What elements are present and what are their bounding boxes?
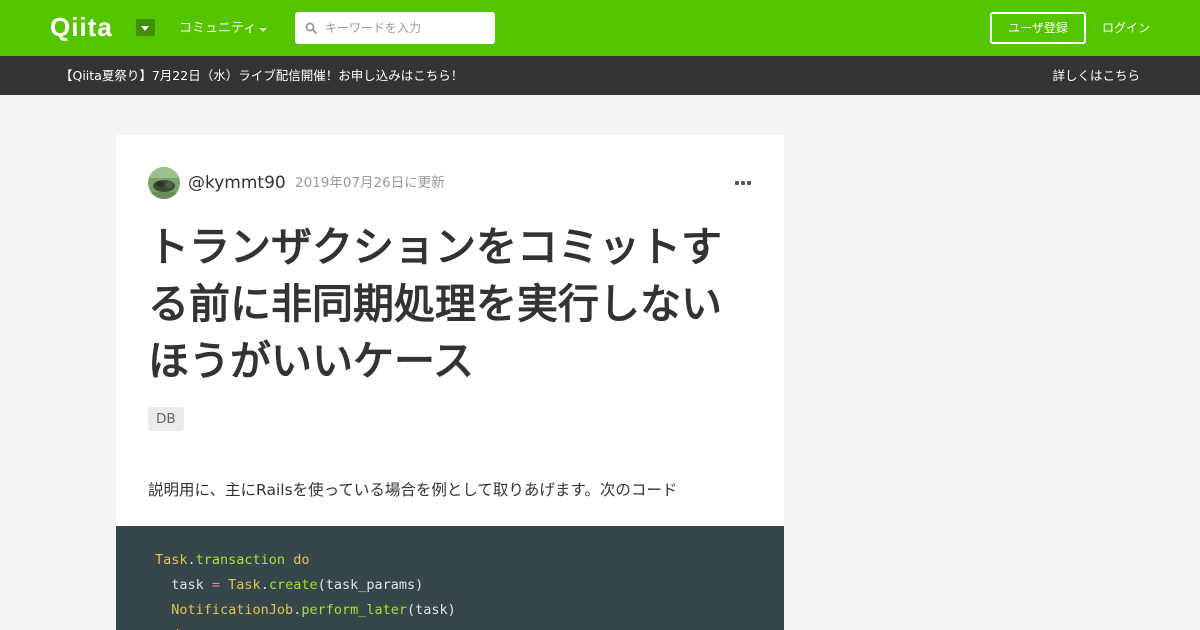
login-link[interactable]: ログイン — [1102, 20, 1150, 36]
search-box[interactable] — [295, 12, 495, 44]
code-token: Task — [228, 577, 261, 593]
avatar[interactable] — [148, 167, 180, 199]
qiita-logo[interactable]: Qiita — [50, 12, 113, 42]
logo-menu-chevron-down-icon[interactable] — [136, 19, 155, 36]
article-title: トランザクションをコミットする前に非同期処理を実行しないほうがいいケース — [148, 223, 722, 385]
search-icon — [305, 22, 317, 34]
more-horizontal-icon[interactable] — [734, 179, 754, 187]
announcement-text[interactable]: 【Qiita夏祭り】7月22日（水）ライブ配信開催！お申し込みはこちら！ — [60, 68, 463, 84]
search-input[interactable] — [325, 12, 490, 44]
avatar-image — [148, 167, 180, 199]
code-line-2: task = Task.create(task_params) — [155, 576, 423, 594]
code-block: Task.transaction do task = Task.create(t… — [116, 526, 784, 630]
tag-db[interactable]: DB — [148, 407, 184, 431]
code-token: create — [268, 577, 318, 593]
announcement-details-link[interactable]: 詳しくはこちら — [1052, 68, 1140, 84]
announcement-bar: 【Qiita夏祭り】7月22日（水）ライブ配信開催！お申し込みはこちら！ 詳しく… — [0, 56, 1200, 95]
code-token: NotificationJob — [171, 602, 294, 618]
code-token: Task — [155, 552, 188, 568]
signup-button[interactable]: ユーザ登録 — [990, 12, 1086, 44]
updated-date: 2019年07月26日に更新 — [295, 175, 445, 191]
code-line-1: Task.transaction do — [155, 551, 309, 569]
code-token: . — [260, 577, 269, 593]
article-intro: 説明用に、主にRailsを使っている場合を例として取りあげます。次のコード — [148, 481, 678, 499]
code-token: do — [293, 552, 310, 568]
author-username[interactable]: @kymmt90 — [188, 172, 286, 194]
code-token: (task) — [407, 602, 456, 618]
code-token: . — [187, 552, 196, 568]
code-line-3: NotificationJob.perform_later(task) — [155, 601, 456, 619]
article-card: @kymmt90 2019年07月26日に更新 トランザクションをコミットする前… — [116, 135, 784, 630]
code-token: task — [171, 577, 204, 593]
community-menu[interactable]: コミュニティ — [179, 21, 256, 37]
community-chevron-down-icon — [259, 28, 267, 32]
code-token: (task_params) — [317, 577, 424, 593]
code-token: = — [203, 577, 229, 593]
global-header: Qiita コミュニティ ユーザ登録 ログイン — [0, 0, 1200, 56]
code-token: perform_later — [301, 602, 407, 618]
code-token: transaction — [195, 552, 286, 568]
code-line-4: end — [155, 626, 179, 630]
